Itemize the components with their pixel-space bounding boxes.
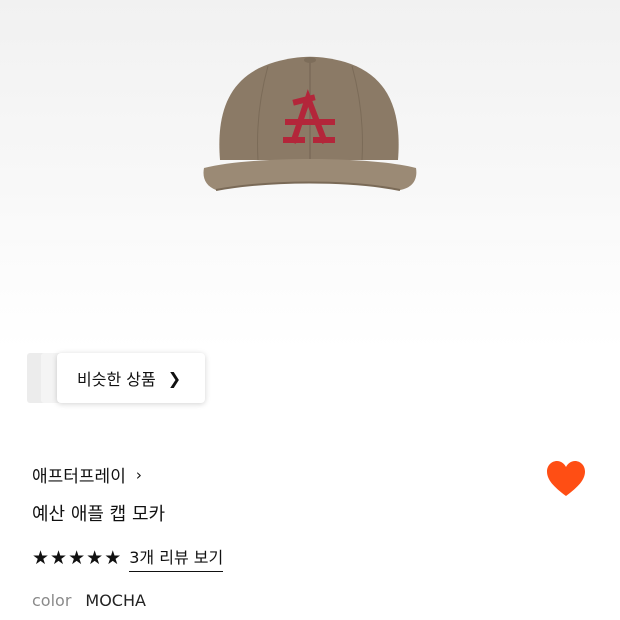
product-image-area[interactable] [0,0,620,350]
rating-row: ★ ★ ★ ★ ★ 3개 리뷰 보기 [32,544,224,572]
heart-icon[interactable] [546,460,586,498]
review-link[interactable]: 3개 리뷰 보기 [129,544,224,572]
star-icon: ★ [50,546,68,569]
similar-products-label: 비슷한 상품 [77,370,156,389]
color-row: color MOCHA [32,591,146,610]
brand-name: 애프터프레이 [32,467,126,487]
chevron-right-icon: ❯ [167,368,182,388]
similar-products-button[interactable]: 비슷한 상품 ❯ [57,353,205,403]
star-icon: ★ [86,546,104,569]
star-icon: ★ [68,546,86,569]
star-icon: ★ [104,546,122,569]
star-icon: ★ [32,546,50,569]
color-value: MOCHA [85,591,146,610]
product-page: 비슷한 상품 ❯ 애프터프레이 › 예산 애플 캡 모카 ★ ★ ★ ★ ★ 3… [0,0,620,620]
brand-link[interactable]: 애프터프레이 › [32,462,142,488]
rating-stars: ★ ★ ★ ★ ★ [32,546,122,569]
chevron-right-icon: › [135,465,142,484]
product-image-cap [203,56,417,191]
product-title: 예산 애플 캡 모카 [32,504,166,525]
color-label: color [32,591,72,610]
similar-products[interactable]: 비슷한 상품 ❯ [27,353,205,403]
